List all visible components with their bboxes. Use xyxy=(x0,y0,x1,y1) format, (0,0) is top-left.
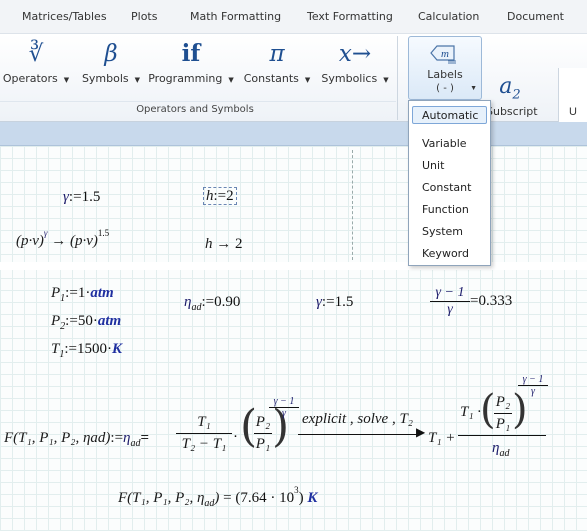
eta-definition[interactable]: ηad:=0.90 xyxy=(184,294,240,313)
symbolic-arrow-line xyxy=(298,434,420,435)
svg-text:m: m xyxy=(441,48,449,60)
pv-symbolic-expression[interactable]: (p·v)γ → (p·v)1.5 xyxy=(16,228,109,250)
mult-dot: · xyxy=(233,429,238,445)
dropdown-item-automatic[interactable]: Automatic xyxy=(422,109,478,122)
dropdown-item-unit[interactable]: Unit xyxy=(422,159,444,172)
programming-button[interactable]: if Programming ▼ xyxy=(146,37,236,97)
symbols-button[interactable]: β Symbols ▼ xyxy=(76,37,146,97)
labels-button[interactable]: m Labels ( - ) ▼ xyxy=(408,36,482,100)
symbolic-arrow-head: ▶ xyxy=(416,425,426,439)
function-evaluation[interactable]: F(T₁, P₁, P₂, ηad) = (7.64 · 103) K xyxy=(118,485,317,509)
labels-dropdown-menu: Automatic Variable Unit Constant Functio… xyxy=(408,100,491,266)
symbolic-keywords[interactable]: explicit , solve , T₂ xyxy=(302,411,413,428)
symbolics-button[interactable]: x→ Symbolics ▼ xyxy=(318,37,392,97)
t1-definition[interactable]: T1:=1500·K xyxy=(51,341,122,360)
subscript-icon: a2 xyxy=(499,74,521,103)
dropdown-item-variable[interactable]: Variable xyxy=(422,137,467,150)
dropdown-item-function[interactable]: Function xyxy=(422,203,469,216)
tab-matrices-tables[interactable]: Matrices/Tables xyxy=(22,10,107,23)
dropdown-arrow-icon: ▼ xyxy=(383,76,389,84)
cube-root-icon: ∛ xyxy=(28,41,44,67)
p1-definition[interactable]: P1:=1·atm xyxy=(51,285,114,304)
region-guide-line xyxy=(352,150,353,260)
pressure-ratio: P₂ P₁ xyxy=(254,414,272,452)
ribbon-tab-bar: Matrices/Tables Plots Math Formatting Te… xyxy=(0,0,587,34)
programming-label: Programming xyxy=(148,72,223,85)
worksheet-ruler xyxy=(0,122,587,146)
dropdown-item-constant[interactable]: Constant xyxy=(422,181,471,194)
result-lead: T₁ + xyxy=(428,430,456,446)
tab-document[interactable]: Document xyxy=(507,10,564,23)
exponent-fraction: γ − 1 γ xyxy=(269,396,299,419)
dropdown-arrow-icon: ▼ xyxy=(304,76,311,84)
operators-label: Operators xyxy=(2,72,58,85)
dropdown-item-keyword[interactable]: Keyword xyxy=(422,247,469,260)
tab-calculation[interactable]: Calculation xyxy=(418,10,479,23)
dropdown-arrow-icon: ▼ xyxy=(228,76,234,84)
symbolic-arrow-icon: x→ xyxy=(338,41,372,67)
pi-icon: π xyxy=(269,41,285,67)
h-definition[interactable]: h:=2 xyxy=(203,187,237,205)
dropdown-arrow-icon: ▼ xyxy=(470,85,477,92)
labels-label: Labels xyxy=(427,68,463,81)
dropdown-arrow-icon: ▼ xyxy=(63,76,70,84)
constants-button[interactable]: π Constants ▼ xyxy=(240,37,314,97)
function-fraction[interactable]: T₁ T₂ − T₁ xyxy=(176,414,232,453)
result-fraction: T₁ · ( P₂ P₁ ) γ − 1 γ ηad xyxy=(458,374,548,462)
labels-tag-icon: m xyxy=(430,45,456,64)
group-label: Operators and Symbols xyxy=(136,104,254,115)
group-divider xyxy=(0,101,396,102)
tab-math-formatting[interactable]: Math Formatting xyxy=(190,10,281,23)
page-break xyxy=(0,262,587,270)
ratio-evaluation[interactable]: γ − 1 γ =0.333 xyxy=(430,285,512,318)
symbols-label: Symbols xyxy=(81,72,129,85)
if-icon: if xyxy=(181,40,201,67)
tab-plots[interactable]: Plots xyxy=(131,10,157,23)
dropdown-arrow-icon: ▼ xyxy=(134,76,141,84)
operators-button[interactable]: ∛ Operators ▼ xyxy=(0,37,72,97)
h-symbolic-eval[interactable]: h → 2 xyxy=(205,236,243,253)
subscript-label: Subscript xyxy=(486,105,538,118)
constants-label: Constants xyxy=(243,72,299,85)
gamma-definition[interactable]: γ:=1.5 xyxy=(63,189,100,206)
ribbon-panel: ∛ Operators ▼ β Symbols ▼ if Programming ▼ … xyxy=(0,34,587,156)
symbolics-label: Symbolics xyxy=(321,72,378,85)
p2-definition[interactable]: P2:=50·atm xyxy=(51,313,121,332)
tab-text-formatting[interactable]: Text Formatting xyxy=(307,10,393,23)
function-lhs[interactable]: F(T₁, P₁, P₂, ηad):=ηad= xyxy=(4,430,149,449)
gamma-definition-2[interactable]: γ:=1.5 xyxy=(316,294,353,311)
dropdown-item-system[interactable]: System xyxy=(422,225,463,238)
beta-icon: β xyxy=(104,41,118,67)
group-separator xyxy=(397,36,398,120)
